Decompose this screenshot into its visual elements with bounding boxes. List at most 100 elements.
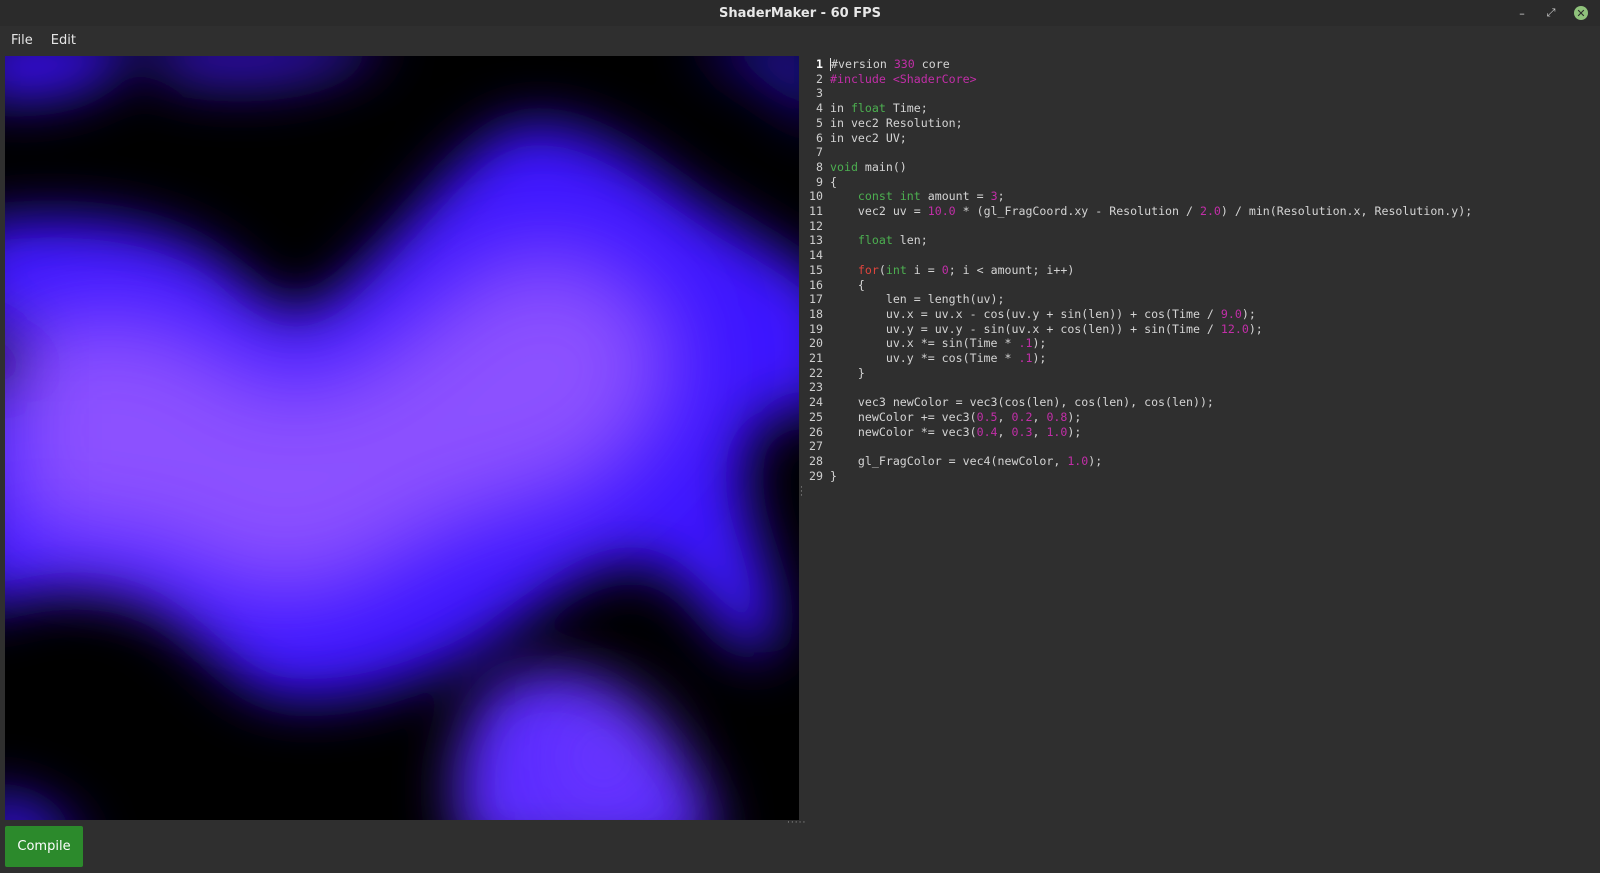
code-line[interactable]: 3 [805, 86, 830, 101]
code-line[interactable]: 20 uv.x *= sin(Time * .1); [805, 336, 1046, 351]
code-line[interactable]: 7 [805, 145, 830, 160]
code-line[interactable]: 17 len = length(uv); [805, 292, 1004, 307]
code-line[interactable]: 28 gl_FragColor = vec4(newColor, 1.0); [805, 454, 1102, 469]
line-number: 25 [809, 409, 823, 424]
code-line[interactable]: 21 uv.y *= cos(Time * .1); [805, 351, 1046, 366]
code-text: #include <ShaderCore> [823, 72, 977, 86]
code-token: ); [1067, 424, 1082, 439]
code-line[interactable]: 23 [805, 380, 830, 395]
code-line[interactable]: 10 const int amount = 3; [805, 189, 1005, 204]
line-number: 22 [809, 365, 823, 380]
code-token: 0.2 [1011, 409, 1033, 424]
code-token: gl_FragColor = vec4(newColor, [830, 453, 1068, 468]
shader-preview[interactable] [5, 56, 799, 820]
compile-button[interactable]: Compile [5, 826, 83, 867]
code-line[interactable]: 4 in float Time; [805, 101, 928, 116]
code-token: , [1032, 424, 1047, 439]
menu-edit[interactable]: Edit [44, 33, 83, 48]
code-token: void [830, 159, 858, 174]
code-token: 0.8 [1046, 409, 1068, 424]
code-token: newColor *= vec3( [830, 424, 977, 439]
line-number: 20 [809, 336, 823, 351]
code-line[interactable]: 12 [805, 219, 830, 234]
splitter-grip-icon: · · · [800, 483, 803, 501]
code-token: 9.0 [1220, 306, 1242, 321]
code-token: in [830, 101, 851, 116]
line-number: 29 [809, 468, 823, 483]
line-number: 1 [816, 57, 823, 71]
code-token: uv.y *= cos(Time * [830, 351, 1019, 365]
code-line[interactable]: 24 vec3 newColor = vec3(cos(len), cos(le… [805, 395, 1214, 410]
code-line[interactable]: 29} [805, 469, 837, 484]
code-token: i = [906, 262, 942, 277]
code-token: } [830, 365, 865, 380]
code-text: newColor *= vec3(0.4, 0.3, 1.0); [823, 425, 1081, 439]
code-token: int [899, 189, 921, 204]
code-token: ); [1032, 351, 1047, 365]
code-line[interactable]: 14 [805, 248, 830, 263]
code-line[interactable]: 22 } [805, 366, 865, 381]
code-line[interactable]: 16 { [805, 278, 865, 293]
line-number: 11 [809, 204, 823, 218]
code-text: gl_FragColor = vec4(newColor, 1.0); [823, 454, 1102, 468]
code-line[interactable]: 26 newColor *= vec3(0.4, 0.3, 1.0); [805, 425, 1081, 440]
code-line[interactable]: 11 vec2 uv = 10.0 * (gl_FragCoord.xy - R… [805, 204, 1472, 219]
code-line[interactable]: 8 void main() [805, 160, 907, 175]
code-token: ; i < amount; i++) [948, 262, 1075, 277]
code-token: core [914, 57, 950, 71]
code-token: main() [857, 159, 907, 174]
line-number: 26 [809, 424, 823, 439]
code-text: uv.y = uv.y - sin(uv.x + cos(len)) + sin… [823, 322, 1263, 336]
line-number: 15 [809, 262, 823, 277]
code-token: 3 [990, 189, 998, 204]
code-token: 0.4 [976, 424, 998, 439]
code-token: for [857, 262, 879, 277]
code-line[interactable]: 2 #include <ShaderCore> [805, 72, 977, 87]
code-editor[interactable]: 1 #version 330 core 2 #include <ShaderCore>… [805, 56, 1600, 820]
line-number: 27 [809, 439, 823, 454]
code-text: in vec2 Resolution; [823, 116, 963, 130]
code-line[interactable]: 27 [805, 439, 830, 454]
code-line[interactable]: 25 newColor += vec3(0.5, 0.2, 0.8); [805, 410, 1081, 425]
code-line[interactable]: 15 for(int i = 0; i < amount; i++) [805, 263, 1074, 278]
line-number: 9 [816, 174, 823, 189]
maximize-icon: ⤢ [1546, 6, 1556, 19]
code-token: ); [1241, 306, 1256, 321]
maximize-button[interactable]: ⤢ [1539, 0, 1563, 26]
code-text: float len; [823, 233, 928, 247]
code-token: in vec2 Resolution; [830, 115, 963, 130]
close-icon: ✕ [1574, 6, 1588, 20]
code-line[interactable]: 6 in vec2 UV; [805, 131, 907, 146]
code-line[interactable]: 18 uv.x = uv.x - cos(uv.y + sin(len)) + … [805, 307, 1256, 322]
line-number: 23 [809, 380, 823, 395]
code-text: vec2 uv = 10.0 * (gl_FragCoord.xy - Reso… [823, 204, 1472, 218]
line-number: 28 [809, 453, 823, 468]
code-token: const [857, 189, 893, 204]
code-token: , [997, 424, 1012, 439]
minimize-button[interactable]: – [1510, 0, 1534, 26]
menu-file[interactable]: File [4, 33, 40, 48]
code-token: #include <ShaderCore> [830, 71, 977, 86]
code-text: uv.x = uv.x - cos(uv.y + sin(len)) + cos… [823, 307, 1256, 321]
code-token: 0.5 [976, 409, 998, 424]
code-text: uv.y *= cos(Time * .1); [823, 351, 1047, 365]
code-line[interactable]: 19 uv.y = uv.y - sin(uv.x + cos(len)) + … [805, 322, 1263, 337]
code-line[interactable]: 9{ [805, 175, 837, 190]
line-number: 7 [816, 145, 823, 160]
code-token: , [1032, 409, 1047, 424]
code-text: { [823, 175, 837, 189]
code-line[interactable]: 5 in vec2 Resolution; [805, 116, 963, 131]
close-button[interactable]: ✕ [1569, 0, 1593, 26]
code-line[interactable]: 13 float len; [805, 233, 928, 248]
line-number: 2 [816, 71, 823, 86]
code-token: 1.0 [1046, 424, 1068, 439]
code-line[interactable]: 1 #version 330 core [805, 57, 950, 72]
menu-bar: File Edit [0, 26, 1600, 55]
code-token: 2.0 [1199, 204, 1221, 218]
code-token: ); [1032, 336, 1047, 351]
minimize-icon: – [1519, 6, 1525, 20]
